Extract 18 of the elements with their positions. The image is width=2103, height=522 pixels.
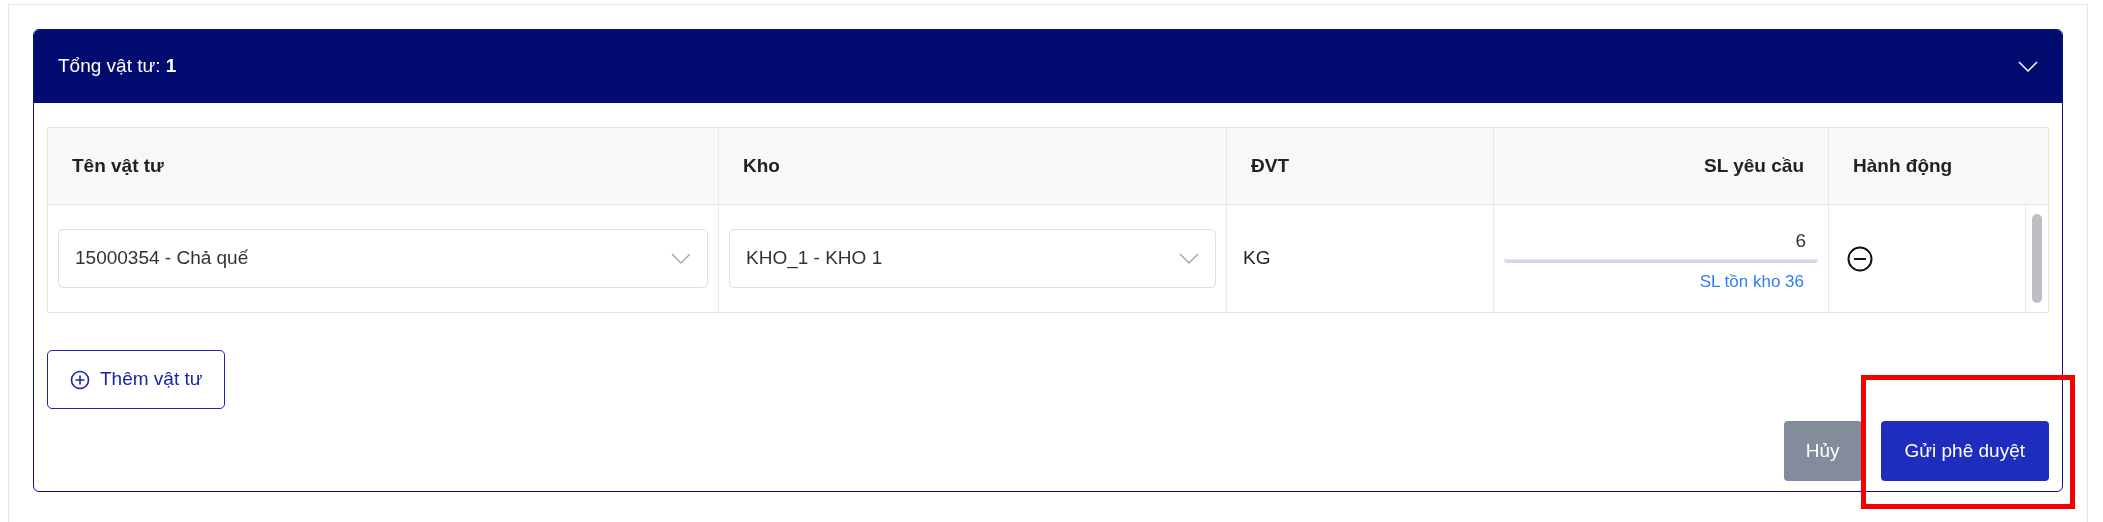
unit-text: KG [1243, 246, 1271, 271]
add-material-button[interactable]: Thêm vật tư [47, 350, 226, 409]
column-header: Tên vật tư [48, 128, 719, 205]
chevron-icon[interactable] [2018, 60, 2038, 73]
column-header: SL yêu cầu [1494, 128, 1829, 205]
warehouse-select[interactable]: KHO_1 - KHO 1 [729, 229, 1216, 288]
column-header: ĐVT [1227, 128, 1494, 205]
chevron-icon [671, 252, 691, 265]
column-header: Hành động [1829, 128, 2048, 205]
material-select[interactable]: 15000354 - Chả quế [58, 229, 708, 288]
submit-button[interactable]: Gửi phê duyệt [1880, 421, 2049, 481]
chevron-icon [1179, 252, 1199, 265]
panel-title: Tổng vật tư: 1 [58, 54, 177, 79]
column-header: Kho [719, 128, 1227, 205]
scrollbar[interactable] [2032, 213, 2042, 304]
plus-circle-icon [70, 369, 90, 390]
stock-note: SL tồn kho 36 [1699, 270, 1804, 293]
remove-icon[interactable] [1847, 245, 1873, 272]
